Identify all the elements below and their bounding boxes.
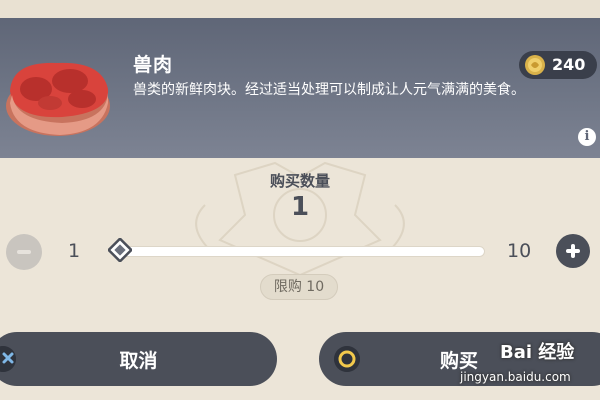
item-title: 兽肉 xyxy=(133,54,174,76)
quantity-max-label: 10 xyxy=(507,240,532,262)
currency-display: 240 xyxy=(519,51,597,79)
raw-meat-icon xyxy=(6,62,110,136)
quantity-min-label: 1 xyxy=(68,240,81,262)
increase-quantity-button[interactable] xyxy=(556,234,590,268)
top-strip xyxy=(0,0,600,18)
quantity-label: 购买数量 xyxy=(269,172,330,190)
quantity-value: 1 xyxy=(290,192,310,222)
currency-value: 240 xyxy=(552,55,586,74)
quantity-slider-track[interactable] xyxy=(117,246,485,257)
watermark-url: jingyan.baidu.com xyxy=(460,370,571,384)
mora-coin-icon xyxy=(525,55,545,75)
decrease-quantity-button[interactable] xyxy=(6,234,42,270)
minus-icon xyxy=(17,250,31,254)
purchase-limit-badge: 限购 10 xyxy=(260,274,338,300)
cancel-button-label: 取消 xyxy=(119,350,158,372)
plus-icon-vertical xyxy=(571,244,575,258)
baidu-watermark: Bai 经验 jingyan.baidu.com xyxy=(458,330,598,390)
quantity-slider-handle[interactable] xyxy=(108,238,132,262)
item-description: 兽类的新鲜肉块。经过适当处理可以制成让人元气满满的美食。 xyxy=(133,82,525,98)
info-icon[interactable]: i xyxy=(578,128,596,146)
item-info-panel: 兽肉 兽类的新鲜肉块。经过适当处理可以制成让人元气满满的美食。 240 xyxy=(0,18,600,158)
watermark-brand: Bai 经验 xyxy=(500,342,575,363)
cancel-button[interactable]: 取消 xyxy=(0,332,277,386)
